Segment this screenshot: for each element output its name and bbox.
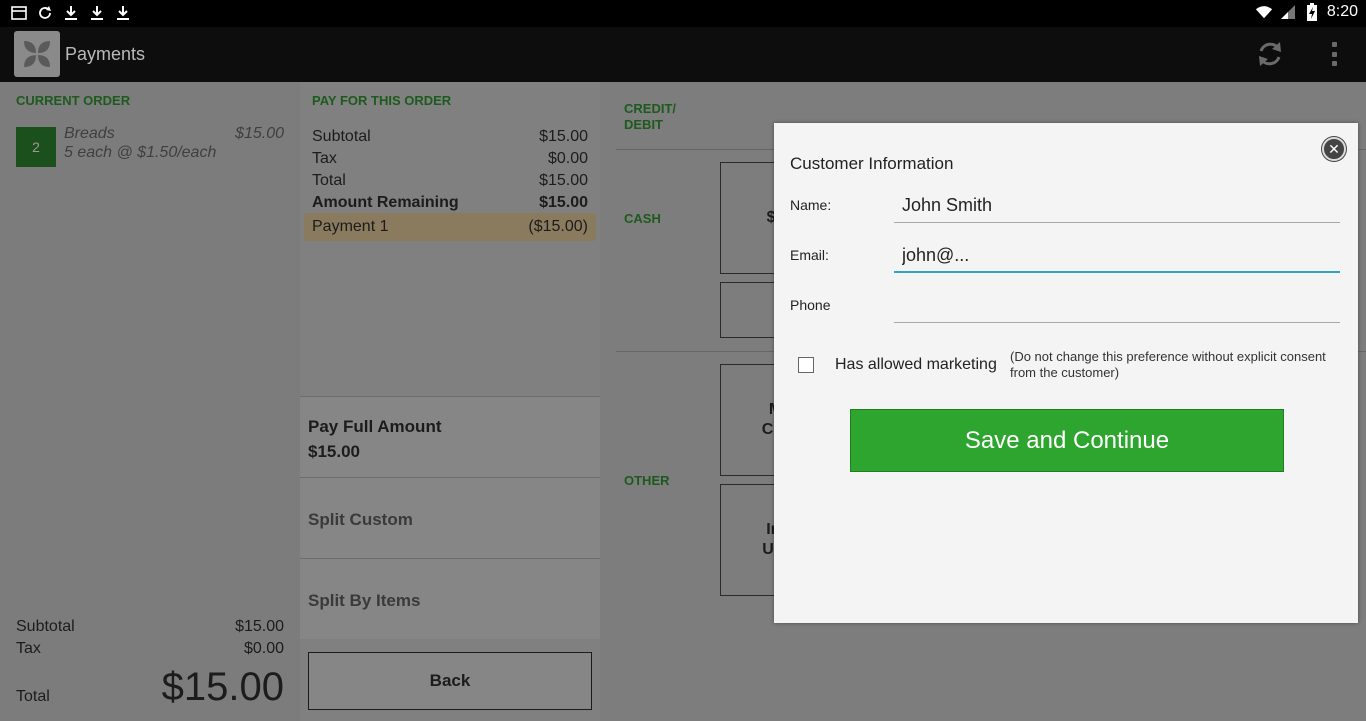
- email-label: Email:: [790, 247, 829, 263]
- order-subtotal-label: Subtotal: [16, 618, 75, 635]
- action-bar: Payments: [0, 27, 1366, 82]
- notification-icon: [10, 4, 28, 22]
- item-name: Breads: [64, 125, 115, 142]
- amount-remaining-value: $15.00: [539, 194, 588, 211]
- back-button[interactable]: Back: [308, 652, 592, 710]
- split-custom-label: Split Custom: [308, 510, 413, 529]
- marketing-label: Has allowed marketing: [835, 356, 997, 373]
- pay-subtotal-value: $15.00: [539, 128, 588, 145]
- status-bar-right: 8:20: [1255, 3, 1358, 21]
- page-title: Payments: [65, 44, 146, 64]
- wifi-icon: [1255, 3, 1273, 21]
- sync-icon: [36, 4, 54, 22]
- order-total-label: Total: [16, 688, 50, 705]
- save-and-continue-button[interactable]: Save and Continue: [850, 409, 1284, 472]
- payment-line-label: Payment 1: [312, 218, 389, 235]
- pay-full-amount-button[interactable]: Pay Full Amount $15.00: [300, 396, 600, 477]
- download-icon: [88, 4, 106, 22]
- pay-tax-value: $0.00: [547, 150, 588, 167]
- credit-debit-header-line1: CREDIT/: [624, 101, 676, 116]
- order-tax-row: Tax $0.00: [16, 640, 284, 658]
- order-total-value: $15.00: [161, 665, 284, 709]
- pay-subtotal-row: Subtotal $15.00: [312, 128, 588, 146]
- quantity-badge: 2: [16, 127, 56, 167]
- signal-icon: [1279, 3, 1297, 21]
- dialog-title: Customer Information: [790, 154, 954, 173]
- item-price: $15.00: [235, 125, 284, 142]
- name-field[interactable]: [894, 189, 1340, 223]
- current-order-panel: CURRENT ORDER 2 Breads 5 each @ $1.50/ea…: [0, 82, 300, 721]
- payment-line-item[interactable]: Payment 1 ($15.00): [304, 213, 596, 241]
- pay-total-value: $15.00: [539, 172, 588, 189]
- overflow-menu-icon[interactable]: [1322, 39, 1346, 69]
- status-bar-left-icons: [10, 4, 132, 22]
- pay-tax-row: Tax $0.00: [312, 150, 588, 168]
- credit-debit-header: CREDIT/ DEBIT: [624, 101, 676, 133]
- split-by-items-button[interactable]: Split By Items: [300, 558, 600, 639]
- other-header: OTHER: [624, 473, 670, 488]
- pay-full-amount-value: $15.00: [308, 442, 360, 461]
- split-custom-button[interactable]: Split Custom: [300, 477, 600, 558]
- order-tax-value: $0.00: [243, 640, 284, 657]
- pay-tax-label: Tax: [312, 150, 337, 167]
- amount-remaining-row: Amount Remaining $15.00: [312, 194, 588, 212]
- order-tax-label: Tax: [16, 640, 41, 657]
- order-subtotal-row: Subtotal $15.00: [16, 618, 284, 636]
- list-item[interactable]: 2 Breads 5 each @ $1.50/each $15.00: [12, 124, 292, 170]
- cash-header: CASH: [624, 211, 661, 226]
- marketing-note: (Do not change this preference without e…: [1010, 349, 1326, 380]
- pay-total-label: Total: [312, 172, 346, 189]
- customer-information-dialog: ✕ Customer Information Name: Email: Phon…: [774, 123, 1358, 623]
- amount-remaining-label: Amount Remaining: [312, 194, 459, 211]
- app-logo-icon[interactable]: [14, 31, 60, 77]
- pay-subtotal-label: Subtotal: [312, 128, 371, 145]
- marketing-checkbox[interactable]: [798, 357, 814, 373]
- download-icon: [114, 4, 132, 22]
- pay-for-order-header: PAY FOR THIS ORDER: [312, 93, 452, 108]
- split-by-items-label: Split By Items: [308, 591, 421, 610]
- pay-total-row: Total $15.00: [312, 172, 588, 190]
- pay-for-order-panel: PAY FOR THIS ORDER Subtotal $15.00 Tax $…: [300, 82, 600, 721]
- refresh-icon[interactable]: [1254, 38, 1286, 70]
- battery-icon: [1303, 3, 1321, 21]
- order-subtotal-value: $15.00: [235, 618, 284, 635]
- status-bar: 8:20: [0, 0, 1366, 27]
- name-label: Name:: [790, 197, 832, 213]
- status-time: 8:20: [1326, 3, 1358, 20]
- phone-field[interactable]: [894, 289, 1340, 323]
- close-icon[interactable]: ✕: [1322, 137, 1346, 161]
- pay-full-amount-label: Pay Full Amount: [308, 417, 442, 436]
- download-icon: [62, 4, 80, 22]
- email-field[interactable]: [894, 239, 1340, 273]
- credit-debit-header-line2: DEBIT: [624, 117, 663, 132]
- item-detail: 5 each @ $1.50/each: [64, 144, 217, 161]
- phone-label: Phone: [790, 297, 831, 313]
- current-order-header: CURRENT ORDER: [16, 93, 131, 108]
- payment-line-value: ($15.00): [528, 218, 588, 235]
